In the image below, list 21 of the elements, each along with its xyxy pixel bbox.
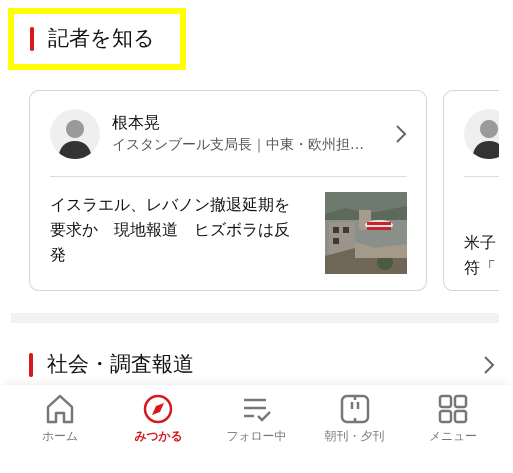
home-icon: [44, 393, 76, 425]
nav-tab[interactable]: ホーム: [11, 385, 110, 473]
nav-tab[interactable]: メニュー: [404, 385, 502, 473]
nav-tab[interactable]: みつかる: [109, 385, 208, 473]
nav-tab[interactable]: 朝刊・夕刊: [306, 385, 404, 473]
reporter-name: 根本晃: [112, 112, 161, 134]
article-title[interactable]: イスラエル、レバノン撤退延期を要求か 現地報道 ヒズボラは反発: [50, 192, 297, 267]
reporter-card[interactable]: 根本晃 イスタンブール支局長｜中東・欧州担… イスラエル、レバノン撤退延期を要求か 現地報道 ヒズボラは反発: [29, 90, 427, 291]
compass-icon: [142, 393, 174, 425]
reporter-role: イスタンブール支局長｜中東・欧州担…: [112, 136, 365, 155]
avatar-icon: [464, 108, 499, 158]
newspaper-icon: [338, 393, 371, 425]
reporter-card[interactable]: 米子 符「: [443, 90, 499, 291]
section-title: 記者を知る: [48, 25, 155, 52]
article-title[interactable]: 米子 符「: [464, 192, 496, 280]
grid-icon: [436, 393, 469, 425]
chevron-right-icon[interactable]: [395, 124, 407, 144]
nav-tab[interactable]: フォロー中: [207, 385, 306, 473]
avatar-icon: [50, 108, 100, 158]
chevron-right-icon[interactable]: [483, 354, 495, 375]
section-title[interactable]: 社会・調査報道: [47, 349, 469, 380]
